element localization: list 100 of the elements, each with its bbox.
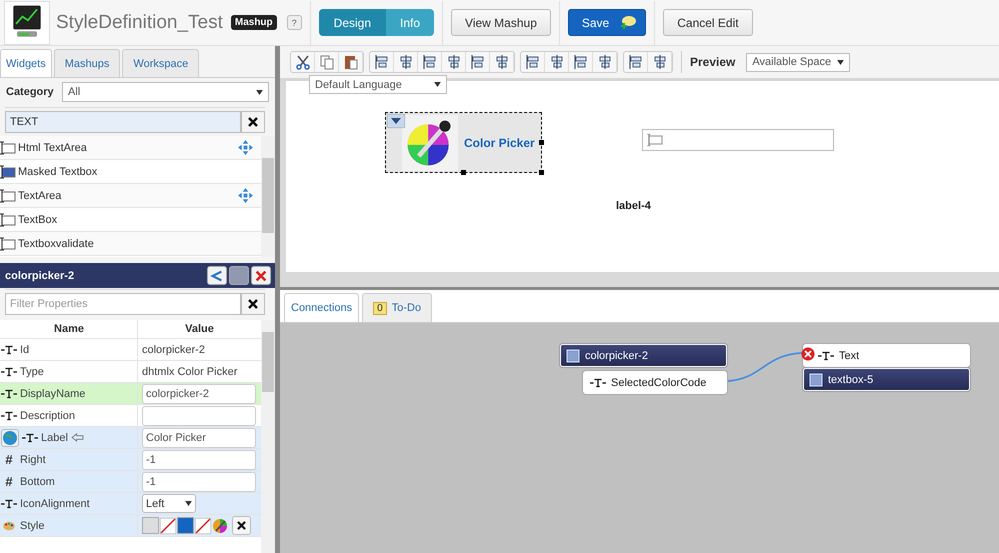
textbox-widget-icon [0,164,16,178]
widget-search-field[interactable]: TEXT [5,111,241,133]
connection-node[interactable]: colorpicker-2 [560,344,727,367]
property-dropdown[interactable]: Left [142,494,196,513]
no-color-swatch-icon[interactable] [160,518,176,534]
align-center-icon [398,54,414,70]
property-name: DisplayName [20,388,86,400]
property-row[interactable]: Description [0,405,261,427]
property-name: Id [20,344,30,356]
dropdown-icon[interactable] [387,114,405,128]
language-dropdown[interactable]: Default Language [309,75,447,94]
property-name: Style [20,520,44,532]
property-input[interactable]: Color Picker [142,428,256,448]
widget-list-item[interactable]: Textboxvalidate [0,232,261,256]
align-left-icon [374,54,390,70]
text-type-icon [22,432,38,442]
no-color-swatch-icon[interactable] [195,518,211,534]
property-name: Type [20,366,44,378]
widget-list-item[interactable]: Html TextArea [0,136,261,160]
panel-tab[interactable]: Workspace [122,49,200,77]
text-type-icon [1,498,17,508]
swatch-icon[interactable] [142,517,159,534]
share-icon [210,268,224,282]
paste-icon [342,54,358,70]
header-button[interactable]: View Mashup [451,9,551,36]
connection-node[interactable]: textbox-5 [803,368,970,391]
label-widget[interactable]: label-4 [616,200,651,212]
preview-dropdown[interactable]: Available Space [746,52,850,72]
property-row[interactable]: Label Color Picker [0,427,261,449]
property-node[interactable]: SelectedColorCode [583,371,727,394]
mode-tab[interactable]: Design [318,9,386,36]
settings-icon [232,268,246,282]
property-name: Right [20,454,46,466]
panel-tab[interactable]: Widgets [0,49,52,77]
cut-icon [294,54,310,70]
property-input[interactable]: -1 [142,472,256,492]
header-button[interactable]: Cancel Edit [663,9,753,36]
copy-icon [318,54,334,70]
help-button[interactable]: ? [286,15,302,30]
property-value: dhtmlx Color Picker [142,366,238,378]
textbox-widget-icon [0,188,16,202]
property-input[interactable]: colorpicker-2 [142,384,256,404]
property-name: IconAlignment [20,498,90,510]
scrollbar[interactable] [261,320,275,553]
text-type-icon [1,388,17,398]
globe-icon[interactable] [1,428,19,446]
close-icon [248,299,258,309]
property-name: Description [20,410,76,422]
clear-button[interactable] [232,516,251,535]
left-arrow-icon [70,433,84,442]
color-picker-widget[interactable]: Color Picker [385,112,542,173]
property-name: Bottom [20,476,55,488]
category-label: Category [6,85,55,99]
property-row[interactable]: # Right -1 [0,449,261,471]
color-wheel-icon[interactable] [212,518,228,534]
mashup-badge: Mashup [230,15,277,30]
delete-button[interactable] [251,266,271,285]
property-row[interactable]: IconAlignment Left [0,493,261,515]
mashup-title: StyleDefinition_Test [56,12,223,34]
preview-label: Preview [690,55,736,69]
column-header: Value [184,322,215,337]
property-input[interactable]: -1 [142,450,256,470]
property-input[interactable] [142,406,256,426]
resize-handle[interactable] [539,170,544,175]
share-button[interactable] [207,266,227,285]
number-type-icon: # [1,452,17,467]
color-wheel-icon [402,114,458,170]
clear-button[interactable] [241,293,265,315]
resize-handle[interactable] [539,140,544,145]
property-row[interactable]: DisplayName colorpicker-2 [0,383,261,405]
text-type-icon [590,378,606,388]
property-row[interactable]: # Bottom -1 [0,471,261,493]
column-header: Name [0,320,138,338]
text-type-icon [818,350,834,360]
panel-tab[interactable]: Mashups [54,49,120,77]
scrollbar[interactable] [261,136,275,257]
settings-button[interactable] [229,266,249,285]
text-type-icon [1,410,17,420]
widget-list-item[interactable]: TextArea [0,184,261,208]
caret-icon [837,60,844,64]
resize-handle[interactable] [461,170,466,175]
clear-button[interactable] [241,111,265,133]
caret-icon [256,90,263,94]
swatch-icon[interactable] [177,517,194,534]
close-icon [237,521,246,530]
remove-icon[interactable] [801,347,815,361]
category-dropdown[interactable]: All [62,82,269,102]
widget-icon [809,372,823,386]
property-row[interactable]: Id colorpicker-2 [0,339,261,361]
caret-icon [185,501,192,506]
close-icon [254,268,268,282]
property-node[interactable]: Text [803,344,970,367]
bottom-tab[interactable]: 0 To-Do [362,293,432,322]
property-row[interactable]: Style [0,515,261,537]
property-name: Label [41,432,68,444]
bottom-tab[interactable]: Connections [284,293,360,322]
move-arrows-icon [238,188,253,203]
comment-icon [619,14,638,30]
save-button[interactable]: Save [568,9,646,36]
close-icon [248,117,258,127]
